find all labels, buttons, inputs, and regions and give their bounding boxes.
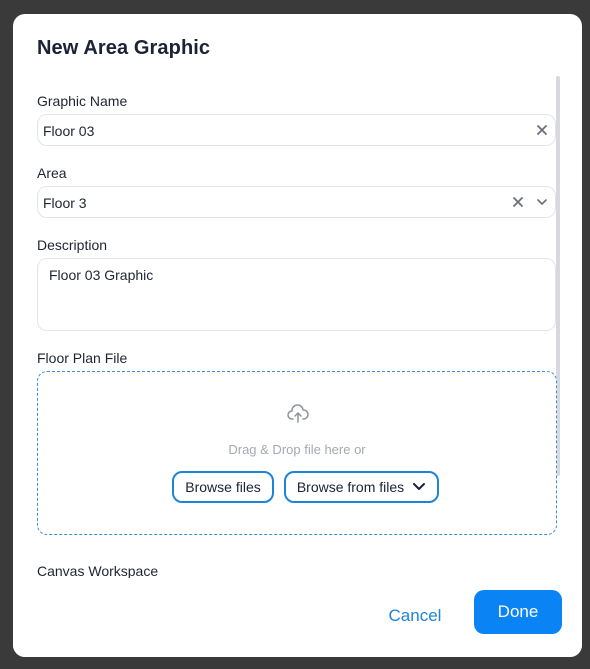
close-icon[interactable] [533, 121, 551, 139]
description-textarea[interactable]: Floor 03 Graphic [37, 258, 556, 331]
area-value[interactable]: Floor 3 [43, 195, 87, 211]
file-dropzone[interactable]: Drag & Drop file here or Browse files Br… [37, 371, 557, 535]
description-value[interactable]: Floor 03 Graphic [49, 267, 153, 283]
browse-files-button[interactable]: Browse files [172, 471, 274, 503]
cloud-upload-icon [286, 402, 310, 426]
drop-text: Drag & Drop file here or [228, 442, 366, 457]
chevron-down-icon[interactable] [533, 193, 551, 211]
dialog-title: New Area Graphic [37, 37, 211, 59]
done-button[interactable]: Done [474, 590, 562, 634]
floor-plan-label: Floor Plan File [37, 350, 128, 366]
description-label: Description [37, 237, 108, 253]
chevron-down-icon [412, 482, 426, 492]
browse-files-label: Browse files [185, 479, 261, 495]
canvas-workspace-label: Canvas Workspace [37, 563, 159, 579]
graphic-name-label: Graphic Name [37, 93, 128, 109]
dialog-footer: Cancel Done [13, 578, 582, 657]
area-select[interactable]: Floor 3 [37, 186, 556, 218]
browse-from-files-button[interactable]: Browse from files [284, 471, 439, 503]
cancel-button[interactable]: Cancel [375, 598, 455, 634]
browse-from-files-label: Browse from files [296, 479, 405, 495]
area-label: Area [37, 165, 67, 181]
close-icon[interactable] [509, 193, 527, 211]
graphic-name-value[interactable]: Floor 03 [43, 123, 94, 139]
new-area-graphic-dialog: New Area Graphic Graphic Name Floor 03 A… [13, 14, 582, 657]
graphic-name-field[interactable]: Floor 03 [37, 114, 556, 146]
